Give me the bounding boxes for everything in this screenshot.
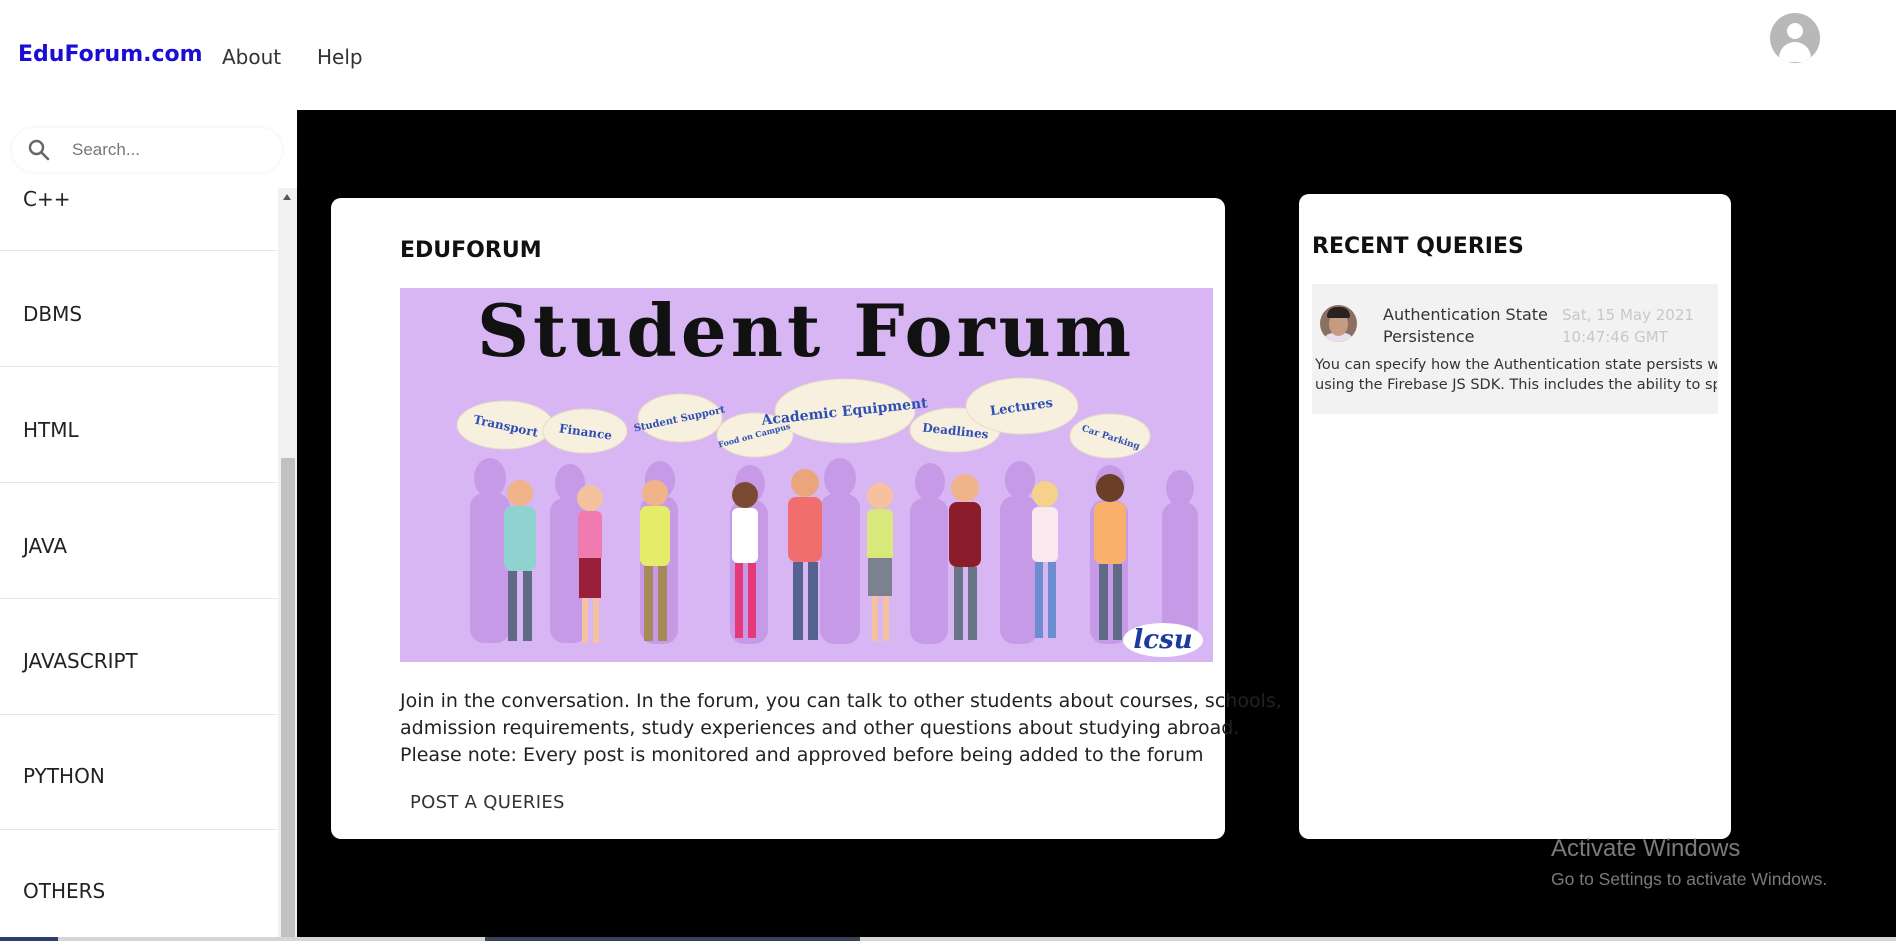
sidebar-item-label: JAVA <box>23 534 68 558</box>
description-line: Please note: Every post is monitored and… <box>400 744 1204 766</box>
scroll-up-arrow-icon[interactable] <box>283 194 291 200</box>
query-excerpt-line: You can specify how the Authentication s… <box>1315 357 1717 373</box>
sidebar-item-label: C++ <box>23 188 71 211</box>
sidebar-item-java[interactable]: JAVA <box>0 483 278 599</box>
forum-intro-card: EDUFORUM Student Forum Transport Finance… <box>331 198 1282 839</box>
watermark-subtitle: Go to Settings to activate Windows. <box>1551 869 1828 889</box>
sidebar-item-label: JAVASCRIPT <box>23 649 138 673</box>
forum-description: Join in the conversation. In the forum, … <box>400 688 1282 769</box>
query-list-item[interactable]: Authentication State Persistence Sat, 15… <box>1312 284 1718 414</box>
scrollbar-thumb[interactable] <box>281 458 295 938</box>
brand-logo-link[interactable]: EduForum.com <box>18 42 203 67</box>
sidebar-item-python[interactable]: PYTHON <box>0 714 278 830</box>
sidebar-item-html[interactable]: HTML <box>0 367 278 483</box>
taskbar-edge <box>0 937 1896 941</box>
search-bar <box>12 128 282 172</box>
query-excerpt: You can specify how the Authentication s… <box>1315 355 1717 395</box>
card-title: EDUFORUM <box>400 238 542 263</box>
sidebar-item-label: DBMS <box>23 302 83 326</box>
sidebar-item-javascript[interactable]: JAVASCRIPT <box>0 599 278 715</box>
search-icon[interactable] <box>27 138 51 162</box>
recent-queries-title: RECENT QUERIES <box>1312 234 1524 259</box>
description-line: Join in the conversation. In the forum, … <box>400 690 1282 712</box>
sidebar-item-others[interactable]: OTHERS <box>0 830 278 941</box>
sidebar-item-cpp[interactable]: C++ <box>0 188 278 251</box>
description-line: admission requirements, study experience… <box>400 717 1240 739</box>
nav-help-link[interactable]: Help <box>317 45 363 69</box>
topics-sidebar: C++ DBMS HTML JAVA JAVASCRIPT PYTHON OTH… <box>0 110 297 941</box>
banner-heading: Student Forum <box>477 288 1135 373</box>
taskbar-segment <box>0 937 58 941</box>
sidebar-scrollbar[interactable] <box>278 188 297 941</box>
watermark-title: Activate Windows <box>1551 835 1741 862</box>
banner-logo-text: lcsu <box>1133 625 1192 655</box>
banner-logo: lcsu <box>1123 623 1203 657</box>
nav-about-link[interactable]: About <box>222 45 281 69</box>
top-header: EduForum.com About Help <box>0 0 1896 110</box>
account-circle-icon[interactable] <box>1770 13 1820 63</box>
post-query-button[interactable]: POST A QUERIES <box>410 792 565 813</box>
sidebar-item-dbms[interactable]: DBMS <box>0 251 278 367</box>
avatar <box>1320 305 1357 342</box>
search-input[interactable] <box>72 136 272 164</box>
windows-activation-watermark: Activate Windows Go to Settings to activ… <box>1551 835 1827 890</box>
sidebar-item-label: OTHERS <box>23 879 106 903</box>
topic-list: C++ DBMS HTML JAVA JAVASCRIPT PYTHON OTH… <box>0 188 278 941</box>
taskbar-segment <box>485 937 860 941</box>
query-excerpt-line: using the Firebase JS SDK. This includes… <box>1315 377 1717 393</box>
sidebar-item-label: PYTHON <box>23 764 105 788</box>
recent-queries-card: RECENT QUERIES Authentication State Pers… <box>1299 194 1731 839</box>
query-timestamp: Sat, 15 May 2021 10:47:46 GMT <box>1562 306 1694 346</box>
query-title[interactable]: Authentication State Persistence <box>1383 304 1553 348</box>
sidebar-item-label: HTML <box>23 418 79 442</box>
student-forum-banner: Student Forum Transport Finance Student … <box>400 288 1213 662</box>
